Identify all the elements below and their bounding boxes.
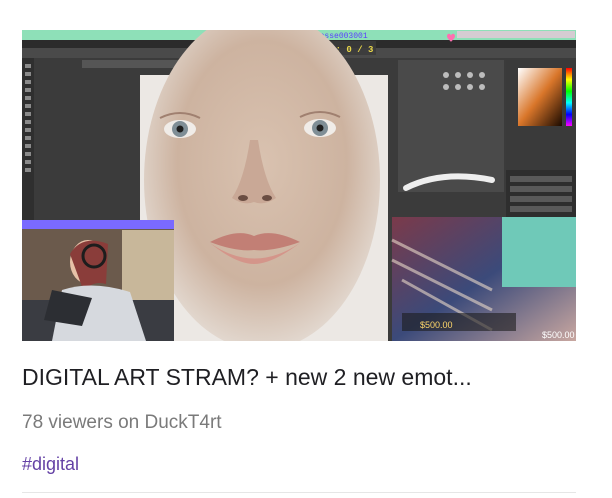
stream-card[interactable]: Fresh sub: Jesse003001 Daily sub goal: 0… — [0, 0, 612, 498]
donation-ticker — [457, 31, 575, 38]
webcam-banner — [22, 220, 174, 229]
brush-panel — [398, 60, 504, 192]
stream-thumbnail[interactable]: Fresh sub: Jesse003001 Daily sub goal: 0… — [22, 30, 576, 341]
tip-goal-amount-right: $500.00 — [542, 330, 575, 340]
tip-goal-amount: $500.00 — [420, 320, 453, 330]
card-divider — [22, 492, 576, 493]
second-camera-pillow — [502, 217, 576, 287]
tag-link[interactable]: #digital — [22, 451, 79, 477]
color-picker-field[interactable] — [518, 68, 562, 126]
viewer-count[interactable]: 78 viewers on DuckT4rt — [22, 410, 222, 436]
hue-slider[interactable] — [566, 68, 572, 126]
stream-title[interactable]: DIGITAL ART STRAM? + new 2 new emot... — [22, 362, 576, 392]
